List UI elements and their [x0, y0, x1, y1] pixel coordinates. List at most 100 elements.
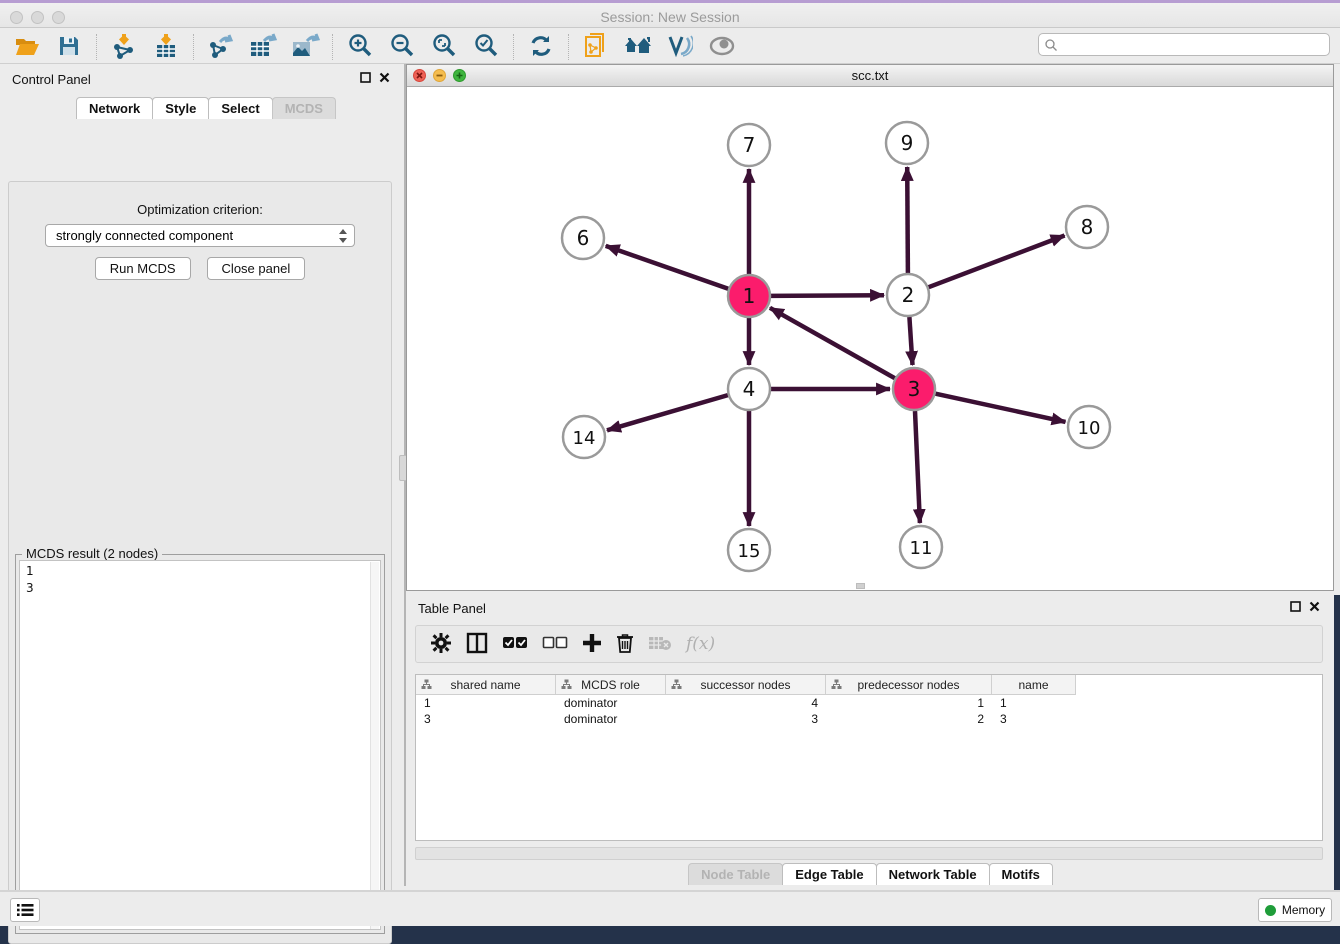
tab-style[interactable]: Style	[152, 97, 209, 119]
node-label: 2	[902, 283, 915, 307]
toolbar-separator	[332, 34, 333, 60]
table-cell: 4	[666, 695, 826, 711]
refresh-layout-button[interactable]	[520, 32, 562, 62]
hide-panel-button[interactable]	[701, 32, 743, 62]
deselect-all-button[interactable]	[542, 636, 568, 653]
network-window-titlebar[interactable]: scc.txt	[407, 65, 1333, 87]
add-row-button[interactable]	[582, 633, 602, 656]
graph-node-15[interactable]: 15	[728, 529, 770, 571]
network-snapshot-button[interactable]	[575, 32, 617, 62]
open-file-icon	[14, 34, 40, 61]
zoom-out-button[interactable]	[381, 32, 423, 62]
toolbar-separator	[193, 34, 194, 60]
graph-node-2[interactable]: 2	[887, 274, 929, 316]
column-header-predecessor-nodes[interactable]: predecessor nodes	[826, 675, 992, 695]
import-network-icon	[111, 33, 137, 62]
table-cell: 3	[666, 711, 826, 727]
search-input[interactable]	[1058, 38, 1329, 52]
desktop-edge	[1334, 595, 1340, 926]
deselect-all-icon	[542, 636, 568, 653]
graph-node-10[interactable]: 10	[1068, 406, 1110, 448]
zoom-fit-button[interactable]	[423, 32, 465, 62]
column-header-successor-nodes[interactable]: successor nodes	[666, 675, 826, 695]
search-box[interactable]	[1038, 33, 1330, 56]
close-table-panel-icon[interactable]	[1309, 601, 1320, 612]
node-table[interactable]: shared name MCDS rolesuccessor nodesprede…	[415, 674, 1323, 841]
column-header-MCDS-role[interactable]: MCDS role	[556, 675, 666, 695]
float-table-panel-icon[interactable]	[1290, 601, 1301, 612]
vizmapper-button[interactable]	[659, 32, 701, 62]
zoom-selected-button[interactable]	[465, 32, 507, 62]
network-graph[interactable]: 7 9 6 8 1 2 4 3 14 10 15 11	[407, 87, 1333, 590]
column-label: name	[1018, 678, 1048, 692]
graph-node-9[interactable]: 9	[886, 122, 928, 164]
edge-3-1[interactable]	[770, 308, 895, 378]
column-header-name[interactable]: name	[992, 675, 1076, 695]
export-network-button[interactable]	[200, 32, 242, 62]
export-table-button[interactable]	[242, 32, 284, 62]
mcds-result-area[interactable]: 1 3	[19, 560, 381, 930]
table-panel: Table Panel f(x) shared nameMCDS rolesuc…	[406, 595, 1334, 890]
edge-3-10[interactable]	[936, 394, 1066, 422]
run-mcds-button[interactable]: Run MCDS	[95, 257, 191, 280]
tab-network-table[interactable]: Network Table	[876, 863, 990, 885]
task-history-button[interactable]	[10, 898, 40, 922]
network-canvas[interactable]: 7 9 6 8 1 2 4 3 14 10 15 11	[407, 87, 1333, 590]
graph-node-7[interactable]: 7	[728, 124, 770, 166]
graph-node-3[interactable]: 3	[893, 368, 935, 410]
tab-node-table[interactable]: Node Table	[688, 863, 783, 885]
node-label: 4	[743, 377, 756, 401]
zoom-in-button[interactable]	[339, 32, 381, 62]
edge-1-6[interactable]	[606, 246, 729, 289]
optimization-criterion-dropdown[interactable]: strongly connected component	[45, 224, 355, 247]
edge-1-2[interactable]	[771, 295, 884, 296]
import-table-button[interactable]	[145, 32, 187, 62]
column-label: shared name	[450, 678, 520, 692]
mcds-panel: Optimization criterion: strongly connect…	[8, 181, 392, 944]
edge-3-11[interactable]	[915, 411, 920, 523]
graph-node-4[interactable]: 4	[728, 368, 770, 410]
graph-node-1[interactable]: 1	[728, 275, 770, 317]
canvas-resize-handle[interactable]	[856, 583, 865, 589]
tab-motifs[interactable]: Motifs	[989, 863, 1053, 885]
select-all-button[interactable]	[502, 636, 528, 653]
table-row[interactable]: 3dominator323	[416, 711, 1322, 727]
table-cell: 2	[826, 711, 992, 727]
graph-node-14[interactable]: 14	[563, 416, 605, 458]
edge-2-9[interactable]	[907, 167, 908, 273]
tab-network[interactable]: Network	[76, 97, 153, 119]
tab-select[interactable]: Select	[208, 97, 272, 119]
edge-2-8[interactable]	[929, 236, 1065, 288]
float-panel-icon[interactable]	[360, 72, 371, 83]
table-cell: dominator	[556, 711, 666, 727]
export-image-button[interactable]	[284, 32, 326, 62]
close-panel-button[interactable]: Close panel	[207, 257, 306, 280]
column-header-shared-name[interactable]: shared name	[416, 675, 556, 695]
edge-4-14[interactable]	[607, 395, 728, 430]
result-scrollbar[interactable]	[370, 562, 379, 930]
node-label: 15	[738, 541, 761, 562]
tab-mcds[interactable]: MCDS	[272, 97, 336, 119]
close-panel-icon[interactable]	[379, 72, 390, 83]
table-row[interactable]: 1dominator411	[416, 695, 1322, 711]
export-table-icon	[248, 33, 278, 62]
graph-node-11[interactable]: 11	[900, 526, 942, 568]
dropdown-stepper-icon	[338, 228, 348, 244]
graph-node-6[interactable]: 6	[562, 217, 604, 259]
open-file-button[interactable]	[6, 32, 48, 62]
function-builder-button[interactable]: f(x)	[686, 634, 715, 654]
graph-node-8[interactable]: 8	[1066, 206, 1108, 248]
tab-edge-table[interactable]: Edge Table	[782, 863, 876, 885]
mcds-result-title: MCDS result (2 nodes)	[22, 546, 162, 561]
delete-table-button[interactable]	[648, 634, 672, 655]
home-layout-button[interactable]	[617, 32, 659, 62]
show-columns-button[interactable]	[466, 632, 488, 657]
edge-2-3[interactable]	[909, 317, 912, 365]
table-horizontal-scrollbar[interactable]	[415, 847, 1323, 860]
delete-row-button[interactable]	[616, 632, 634, 657]
save-session-button[interactable]	[48, 32, 90, 62]
table-settings-button[interactable]	[430, 632, 452, 657]
import-network-button[interactable]	[103, 32, 145, 62]
memory-button[interactable]: Memory	[1258, 898, 1332, 922]
task-list-icon	[16, 903, 34, 917]
